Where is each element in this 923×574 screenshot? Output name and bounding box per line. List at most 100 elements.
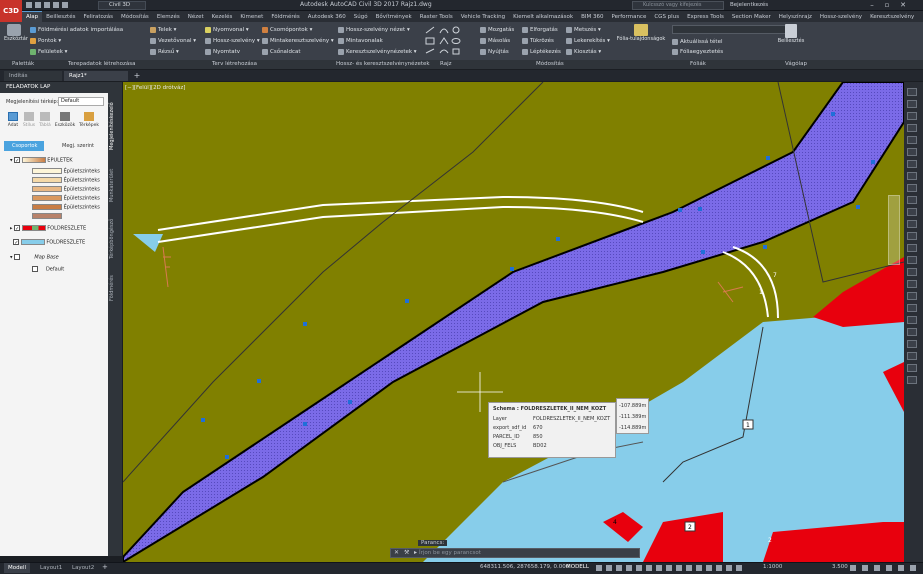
array-button[interactable]: Kiosztás ▾ bbox=[566, 47, 610, 58]
panel-label[interactable]: Rajz bbox=[440, 61, 452, 67]
ribbon-command[interactable]: Rézsű ▾ bbox=[150, 47, 196, 58]
nav-tool-icon[interactable] bbox=[907, 208, 917, 216]
layer-item[interactable]: ✓ FOLDRESZLETE bbox=[10, 239, 85, 246]
panel-label[interactable]: Terv létrehozása bbox=[212, 61, 257, 67]
undo-icon[interactable] bbox=[53, 2, 59, 8]
application-menu-button[interactable]: C3D bbox=[0, 0, 22, 22]
ribbon-command[interactable]: Mintakeresztszelvény ▾ bbox=[262, 36, 334, 47]
drawing-viewport[interactable]: 1 2 4 2 7 1 bbox=[123, 82, 904, 562]
panel-label[interactable]: Módosítás bbox=[536, 61, 564, 67]
redo-icon[interactable] bbox=[62, 2, 68, 8]
viewport-controls-label[interactable]: [−][Felül][2D drótváz] bbox=[125, 85, 185, 91]
nav-tool-icon[interactable] bbox=[907, 376, 917, 384]
nav-tool-icon[interactable] bbox=[907, 268, 917, 276]
mirror-button[interactable]: Tükrözés bbox=[522, 36, 561, 47]
command-input[interactable]: Írjon be egy parancsot bbox=[390, 548, 640, 558]
layer-item[interactable]: Épületszinteks bbox=[32, 195, 100, 202]
layer-dropdown[interactable] bbox=[672, 25, 792, 34]
layer-item[interactable]: Épületszinteks bbox=[32, 177, 100, 184]
ribbon-command[interactable]: Telek ▾ bbox=[150, 25, 196, 36]
maps-button[interactable]: Térképek bbox=[78, 112, 100, 128]
new-icon[interactable] bbox=[26, 2, 32, 8]
style-tool-button[interactable]: Stílus bbox=[22, 112, 36, 128]
tools-button[interactable]: Eszközök bbox=[54, 112, 76, 128]
ribbon-command[interactable]: Csomópontok ▾ bbox=[262, 25, 334, 36]
nav-tool-icon[interactable] bbox=[907, 172, 917, 180]
side-tab-workspace[interactable]: Munkaterület bbox=[109, 160, 121, 210]
nav-tool-icon[interactable] bbox=[907, 280, 917, 288]
workspace-select[interactable]: Civil 3D bbox=[98, 1, 146, 10]
ribbon-command[interactable]: Felületek ▾ bbox=[30, 47, 123, 58]
nav-tool-icon[interactable] bbox=[907, 124, 917, 132]
save-icon[interactable] bbox=[44, 2, 50, 8]
side-tab-display-manager[interactable]: Megjelenítéskezelő bbox=[109, 96, 121, 156]
tab-drawing[interactable]: Rajz1* bbox=[64, 71, 128, 81]
model-space-toggle[interactable]: MODELL bbox=[566, 564, 589, 570]
ribbon-command[interactable]: Aktuálissá tétel bbox=[672, 37, 723, 47]
nav-tool-icon[interactable] bbox=[907, 148, 917, 156]
data-tool-button[interactable]: Adat bbox=[6, 112, 20, 128]
nav-tool-icon[interactable] bbox=[907, 112, 917, 120]
tab-layout1[interactable]: Layout1 bbox=[36, 563, 66, 573]
nav-tool-icon[interactable] bbox=[907, 328, 917, 336]
ribbon-command[interactable]: Földmérési adatok importálása bbox=[30, 25, 123, 36]
table-tool-button[interactable]: Táblá bbox=[38, 112, 52, 128]
copy-button[interactable]: Másolás bbox=[480, 36, 514, 47]
layer-item[interactable] bbox=[32, 213, 62, 220]
ribbon-command[interactable]: Keresztszelvénynézetek ▾ bbox=[338, 47, 417, 58]
status-toggles[interactable] bbox=[596, 564, 746, 572]
sign-in-button[interactable]: Bejelentkezés bbox=[730, 2, 768, 8]
nav-tool-icon[interactable] bbox=[907, 244, 917, 252]
nav-tool-icon[interactable] bbox=[907, 100, 917, 108]
nav-tool-icon[interactable] bbox=[907, 88, 917, 96]
ribbon-command[interactable]: Nyomvonal ▾ bbox=[205, 25, 260, 36]
stretch-button[interactable]: Nyújtás bbox=[480, 47, 514, 58]
rotate-button[interactable]: Elforgatás bbox=[522, 25, 561, 36]
layer-item[interactable]: ▸ ✓ FOLDRESZLETE bbox=[10, 225, 86, 232]
trim-button[interactable]: Metszés ▾ bbox=[566, 25, 610, 36]
layer-item[interactable]: Épületszinteks bbox=[32, 204, 100, 211]
quick-access-toolbar[interactable] bbox=[26, 2, 94, 9]
ribbon-group-draw[interactable] bbox=[424, 25, 474, 58]
nav-tool-icon[interactable] bbox=[907, 256, 917, 264]
wrench-icon[interactable]: ⚒ bbox=[404, 549, 412, 557]
layer-item[interactable]: Default bbox=[32, 266, 64, 273]
nav-tool-icon[interactable] bbox=[907, 220, 917, 228]
open-icon[interactable] bbox=[35, 2, 41, 8]
panel-label[interactable]: Vágólap bbox=[785, 61, 807, 67]
fillet-button[interactable]: Lekerekítés ▾ bbox=[566, 36, 610, 47]
ribbon-tab[interactable]: Alap bbox=[22, 11, 43, 22]
nav-tool-icon[interactable] bbox=[907, 136, 917, 144]
ribbon-command[interactable]: Pontok ▾ bbox=[30, 36, 123, 47]
side-tab-survey[interactable]: Földmérés bbox=[109, 268, 121, 308]
tab-layout2[interactable]: Layout2 bbox=[68, 563, 98, 573]
display-order-tab[interactable]: Megj. szerint bbox=[52, 141, 106, 151]
close-command-icon[interactable]: ✕ bbox=[394, 549, 402, 557]
ribbon-command[interactable]: Nyomtatv bbox=[205, 47, 260, 58]
layer-properties-button[interactable]: Fólia-tulajdonságok bbox=[616, 24, 666, 58]
close-icon[interactable]: ✕ bbox=[896, 0, 910, 11]
panel-label[interactable]: Fóliák bbox=[690, 61, 706, 67]
nav-tool-icon[interactable] bbox=[907, 292, 917, 300]
ribbon-command[interactable]: Hossz-szelvény ▾ bbox=[205, 36, 260, 47]
panel-label[interactable]: Terepadatok létrehozása bbox=[68, 61, 135, 67]
view-cube-bar[interactable] bbox=[888, 195, 900, 265]
nav-tool-icon[interactable] bbox=[907, 196, 917, 204]
ribbon-command[interactable]: Csőnaldcat bbox=[262, 47, 334, 58]
ribbon-command[interactable]: Hossz-szelvény nézet ▾ bbox=[338, 25, 417, 36]
panel-label[interactable]: Paletták bbox=[12, 61, 34, 67]
add-layout-icon[interactable]: + bbox=[102, 563, 108, 571]
scale-button[interactable]: Léptékezés bbox=[522, 47, 561, 58]
ribbon-command[interactable]: Vezetővonal ▾ bbox=[150, 36, 196, 47]
nav-tool-icon[interactable] bbox=[907, 304, 917, 312]
status-right-icons[interactable] bbox=[850, 564, 918, 572]
map-select[interactable]: Default bbox=[58, 97, 104, 106]
nav-tool-icon[interactable] bbox=[907, 340, 917, 348]
maximize-icon[interactable]: ▫ bbox=[880, 0, 894, 11]
nav-tool-icon[interactable] bbox=[907, 160, 917, 168]
tab-model[interactable]: Modell bbox=[4, 563, 31, 573]
nav-tool-icon[interactable] bbox=[907, 316, 917, 324]
move-button[interactable]: Mozgatás bbox=[480, 25, 514, 36]
nav-tool-icon[interactable] bbox=[907, 364, 917, 372]
layer-item[interactable]: Épületszinteks bbox=[32, 186, 100, 193]
